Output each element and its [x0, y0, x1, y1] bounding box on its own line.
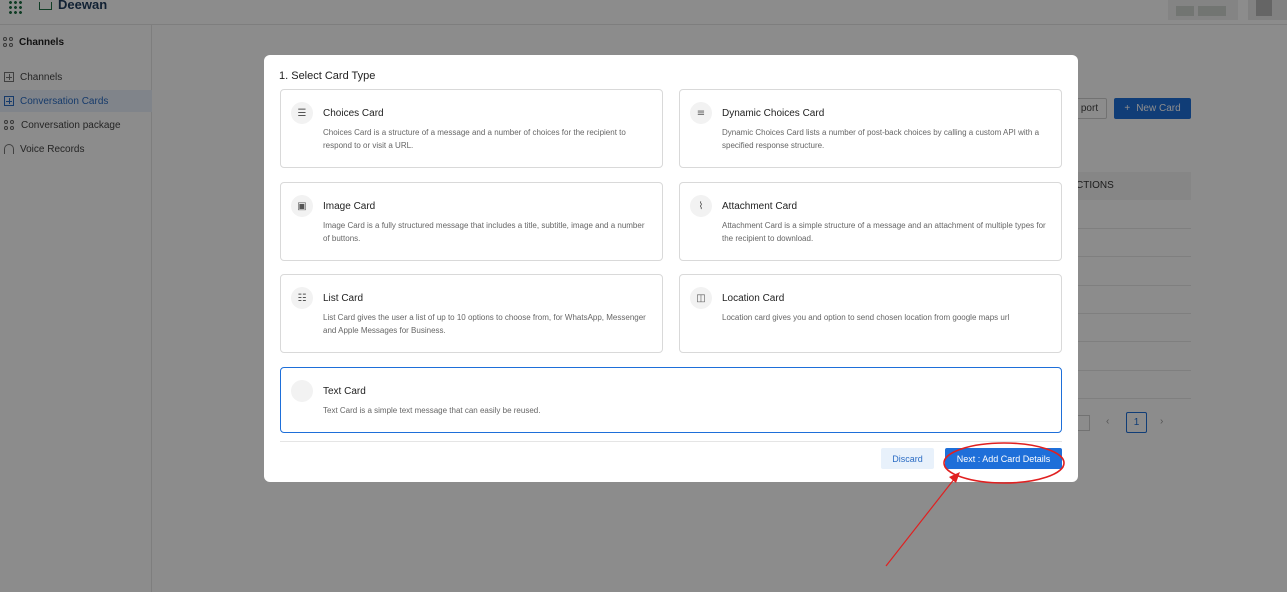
card-option-image[interactable]: ▣ Image Card Image Card is a fully struc… — [280, 182, 663, 261]
footer-divider — [280, 441, 1062, 442]
discard-button[interactable]: Discard — [881, 448, 934, 469]
card-description: Text Card is a simple text message that … — [323, 406, 541, 415]
card-title: Dynamic Choices Card — [722, 108, 825, 119]
card-description: Dynamic Choices Card lists a number of p… — [722, 128, 1040, 150]
card-title: Location Card — [722, 293, 785, 304]
menu-lines-icon: ≡ — [690, 102, 712, 124]
card-title: Attachment Card — [722, 201, 798, 212]
card-description: Image Card is a fully structured message… — [323, 221, 645, 243]
modal-title: 1. Select Card Type — [279, 70, 376, 82]
card-option-dynamic-choices[interactable]: ≡ Dynamic Choices Card Dynamic Choices C… — [679, 89, 1062, 168]
card-description: Attachment Card is a simple structure of… — [722, 221, 1046, 243]
map-icon: ◫ — [690, 287, 712, 309]
card-option-choices[interactable]: ☰ Choices Card Choices Card is a structu… — [280, 89, 663, 168]
card-title: Choices Card — [323, 108, 384, 119]
bullet-list-icon: ☷ — [291, 287, 313, 309]
next-add-card-details-button[interactable]: Next : Add Card Details — [945, 448, 1062, 469]
card-option-attachment[interactable]: ⌇ Attachment Card Attachment Card is a s… — [679, 182, 1062, 261]
list-numbered-icon: ☰ — [291, 102, 313, 124]
card-title: Image Card — [323, 201, 376, 212]
paperclip-icon: ⌇ — [690, 195, 712, 217]
card-option-location[interactable]: ◫ Location Card Location card gives you … — [679, 274, 1062, 353]
image-icon: ▣ — [291, 195, 313, 217]
card-description: Location card gives you and option to se… — [722, 313, 1010, 322]
card-option-list[interactable]: ☷ List Card List Card gives the user a l… — [280, 274, 663, 353]
select-card-type-modal: 1. Select Card Type ☰ Choices Card Choic… — [264, 55, 1078, 482]
card-title: List Card — [323, 293, 364, 304]
card-description: List Card gives the user a list of up to… — [323, 313, 646, 335]
card-option-text[interactable]: Text Card Text Card is a simple text mes… — [280, 367, 1062, 433]
card-description: Choices Card is a structure of a message… — [323, 128, 626, 150]
text-icon — [291, 380, 313, 402]
card-title: Text Card — [323, 386, 366, 397]
